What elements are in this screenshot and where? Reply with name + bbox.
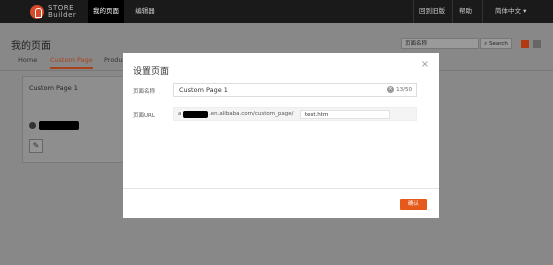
top-navigation-bar: STORE Builder 我的页面 编辑器 回到旧版 帮助 简体中文 ▾: [0, 0, 553, 23]
page-url-field: a .en.alibaba.com/custom_page/ test.htm: [173, 107, 417, 121]
page-card-title: Custom Page 1: [29, 84, 78, 92]
tab-home[interactable]: Home: [18, 56, 37, 64]
search-icon: ⌕: [484, 41, 488, 47]
search-button[interactable]: ⌕ Search: [480, 38, 512, 49]
page-name-label: 页面名称: [133, 89, 156, 95]
store-builder-logo[interactable]: STORE Builder: [30, 3, 76, 21]
page-title: 我的页面: [11, 41, 51, 52]
nav-divider: [452, 0, 453, 23]
grid-view-icon[interactable]: [521, 40, 529, 48]
tab-custom-page[interactable]: Custom Page: [50, 56, 93, 69]
nav-divider: [482, 0, 483, 23]
character-counter: 13/50: [396, 87, 412, 93]
confirm-button[interactable]: 确认: [400, 199, 427, 210]
page-name-value: Custom Page 1: [179, 86, 228, 94]
redacted-domain: [183, 111, 208, 118]
search-input[interactable]: 页面名称: [401, 38, 479, 49]
nav-help[interactable]: 帮助: [459, 0, 472, 23]
nav-divider: [413, 0, 414, 23]
dialog-divider: [123, 188, 439, 189]
url-prefix-start: a: [178, 111, 182, 117]
logo-icon: [30, 5, 44, 19]
nav-editor[interactable]: 编辑器: [130, 0, 160, 23]
language-selector[interactable]: 简体中文 ▾: [495, 0, 526, 23]
logo-line2: Builder: [48, 11, 77, 19]
clear-input-icon[interactable]: ×: [387, 86, 394, 93]
search-button-label: Search: [488, 41, 508, 47]
nav-back-to-old-version[interactable]: 回到旧版: [419, 0, 445, 23]
page-url-input[interactable]: test.htm: [300, 110, 390, 119]
list-view-icon[interactable]: [533, 40, 541, 48]
user-icon: [29, 122, 36, 129]
page-url-label: 页面URL: [133, 113, 155, 119]
nav-my-pages[interactable]: 我的页面: [88, 0, 124, 23]
page-settings-dialog: 设置页面 × 页面名称 Custom Page 1 × 13/50 页面URL …: [123, 53, 439, 218]
redacted-owner: [39, 121, 79, 130]
dialog-title: 设置页面: [133, 67, 170, 77]
edit-icon[interactable]: ✎: [29, 139, 43, 153]
page-name-input[interactable]: Custom Page 1 × 13/50: [173, 83, 417, 97]
url-prefix: .en.alibaba.com/custom_page/: [209, 111, 294, 117]
close-icon[interactable]: ×: [420, 60, 430, 70]
page-card[interactable]: Custom Page 1 ✎: [22, 76, 124, 163]
